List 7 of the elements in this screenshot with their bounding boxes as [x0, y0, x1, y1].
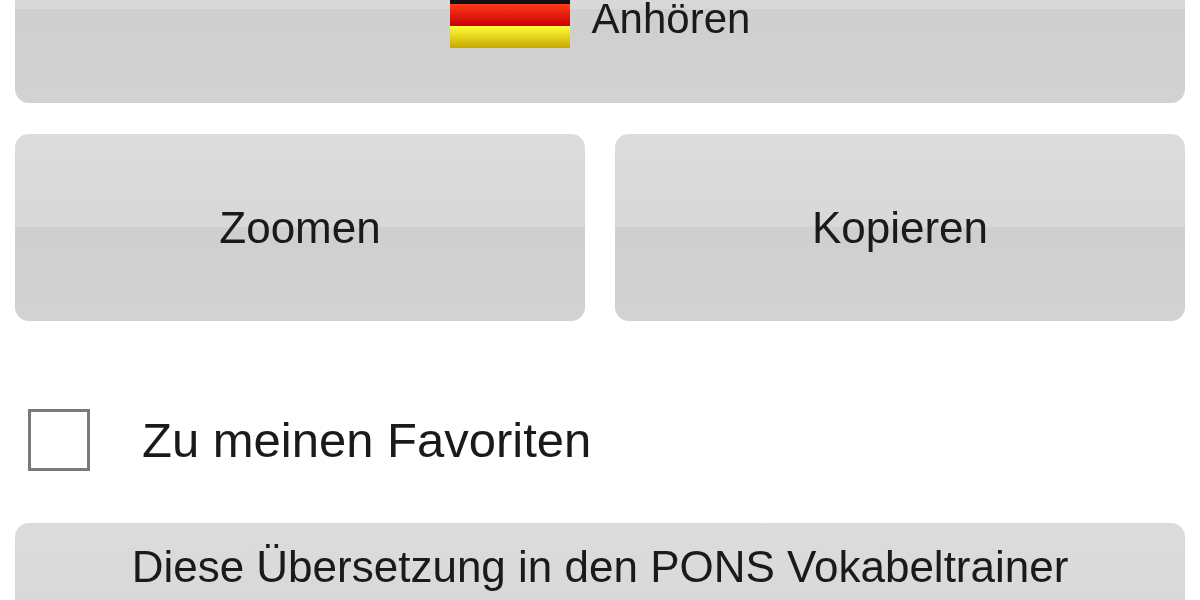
vocabulary-trainer-button[interactable]: Diese Übersetzung in den PONS Vokabeltrainer [15, 523, 1185, 600]
favorites-label: Zu meinen Favoriten [142, 415, 592, 465]
listen-button[interactable]: Anhören [15, 0, 1185, 103]
action-button[interactable]: Zoomen [15, 134, 585, 321]
action-button[interactable]: Kopieren [615, 134, 1185, 321]
flag-icon [449, 0, 570, 48]
favorites-checkbox[interactable] [28, 409, 90, 471]
